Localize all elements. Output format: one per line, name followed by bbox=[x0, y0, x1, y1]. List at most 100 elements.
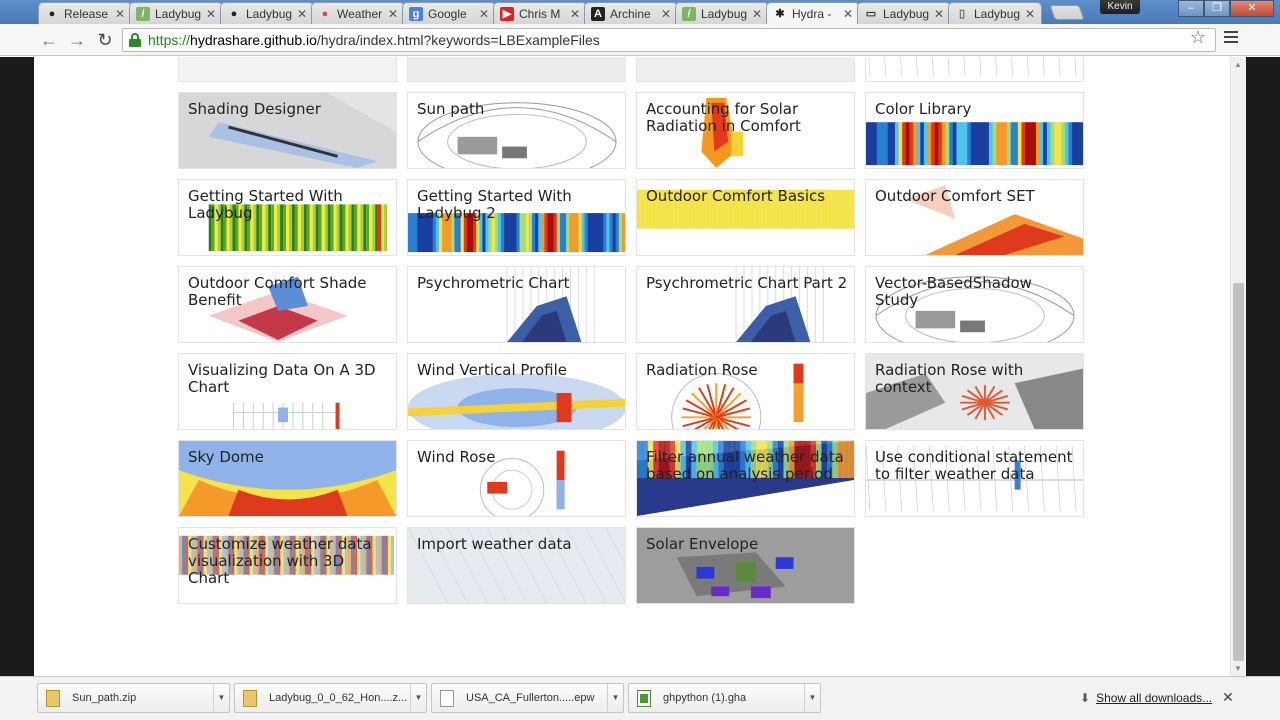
example-card[interactable]: Solar Envelope bbox=[636, 527, 855, 604]
tab-label: Weather bbox=[337, 6, 383, 21]
maximize-button[interactable]: ❐ bbox=[1204, 0, 1230, 17]
example-title: Visualizing Data On A 3D Chart bbox=[188, 361, 376, 396]
tab-close-icon[interactable]: ✕ bbox=[386, 7, 400, 21]
tab-label: Ladybug bbox=[246, 6, 293, 21]
example-card[interactable]: Color Library bbox=[865, 92, 1084, 169]
example-card[interactable]: Outdoor Comfort Basics bbox=[636, 179, 855, 256]
tab[interactable]: / Ladybug ✕ bbox=[675, 2, 769, 24]
tab[interactable]: A Archine ✕ bbox=[584, 2, 678, 24]
github-icon: ● bbox=[230, 7, 238, 20]
example-card[interactable]: Radiation Rose with context bbox=[865, 353, 1084, 430]
tab-label: Release bbox=[64, 6, 109, 21]
tab[interactable]: g Google ✕ bbox=[402, 2, 496, 24]
tab[interactable]: ▶ Chris M ✕ bbox=[493, 2, 587, 24]
profile-badge[interactable]: Kevin bbox=[1100, 0, 1140, 14]
tab-close-icon[interactable]: ✕ bbox=[113, 7, 127, 21]
tab-close-icon[interactable]: ✕ bbox=[659, 7, 673, 21]
zip-file-icon bbox=[46, 689, 60, 707]
scrollbar-thumb[interactable] bbox=[1233, 283, 1244, 661]
tab[interactable]: ● Release ✕ bbox=[38, 2, 132, 24]
download-menu-caret-icon[interactable]: ▼ bbox=[213, 684, 229, 712]
example-card[interactable]: Shading Designer bbox=[178, 92, 397, 169]
back-icon[interactable]: ← bbox=[38, 29, 60, 51]
example-card[interactable]: Accounting for Solar Radiation in Comfor… bbox=[636, 92, 855, 169]
example-card[interactable]: Vector-BasedShadow Study bbox=[865, 266, 1084, 343]
reload-icon[interactable]: ↻ bbox=[94, 29, 116, 51]
example-card[interactable]: Customize weather data visualization wit… bbox=[178, 527, 397, 604]
address-bar[interactable]: https://hydrashare.github.io/hydra/index… bbox=[122, 28, 1216, 52]
example-card[interactable]: Visualizing Data On A 3D Chart bbox=[178, 353, 397, 430]
scroll-down-icon[interactable]: ▼ bbox=[1234, 664, 1242, 673]
tab-label: Ladybug bbox=[701, 6, 748, 21]
example-card[interactable]: Sun path bbox=[407, 92, 626, 169]
example-thumbnail bbox=[637, 57, 854, 81]
tab-close-icon[interactable]: ✕ bbox=[841, 7, 855, 21]
file-icon bbox=[440, 689, 454, 707]
tab[interactable]: / Ladybug ✕ bbox=[129, 2, 223, 24]
example-title: Accounting for Solar Radiation in Comfor… bbox=[646, 100, 801, 135]
tab[interactable]: ● Weather ✕ bbox=[311, 2, 405, 24]
example-card[interactable]: Radiation Rose bbox=[636, 353, 855, 430]
download-item[interactable]: Sun_path.zip ▼ bbox=[37, 683, 230, 713]
show-all-downloads-link[interactable]: ⬇ Show all downloads... bbox=[1080, 691, 1212, 705]
example-card[interactable]: Psychrometric Chart bbox=[407, 266, 626, 343]
download-item[interactable]: Ladybug_0_0_62_Hon....z... ▼ bbox=[234, 683, 427, 713]
example-card[interactable]: Import weather data bbox=[407, 527, 626, 604]
menu-icon[interactable] bbox=[1224, 31, 1238, 43]
scrollbar[interactable]: ▲ ▼ bbox=[1230, 57, 1246, 676]
example-card[interactable] bbox=[178, 57, 397, 82]
example-card[interactable] bbox=[636, 57, 855, 82]
close-downloads-icon[interactable]: ✕ bbox=[1222, 689, 1234, 706]
download-menu-caret-icon[interactable]: ▼ bbox=[804, 684, 820, 712]
example-title: Vector-BasedShadow Study bbox=[875, 274, 1032, 309]
example-card[interactable] bbox=[407, 57, 626, 82]
book-icon: ▭ bbox=[865, 7, 877, 20]
download-filename: Sun_path.zip bbox=[72, 692, 137, 704]
tab-close-icon[interactable]: ✕ bbox=[204, 7, 218, 21]
example-title: Wind Rose bbox=[417, 448, 496, 466]
example-card[interactable]: Psychrometric Chart Part 2 bbox=[636, 266, 855, 343]
example-card[interactable]: Getting Started With Ladybug bbox=[178, 179, 397, 256]
example-card[interactable]: Wind Vertical Profile bbox=[407, 353, 626, 430]
example-card[interactable] bbox=[865, 57, 1084, 82]
google-icon: g bbox=[409, 6, 423, 21]
tab-close-icon[interactable]: ✕ bbox=[932, 7, 946, 21]
download-item[interactable]: ghpython (1).gha ▼ bbox=[628, 683, 821, 713]
download-menu-caret-icon[interactable]: ▼ bbox=[607, 684, 623, 712]
scroll-up-icon[interactable]: ▲ bbox=[1234, 60, 1242, 69]
example-thumbnail bbox=[179, 57, 396, 81]
example-title: Getting Started With Ladybug bbox=[188, 187, 343, 222]
example-card[interactable]: Use conditional statement to filter weat… bbox=[865, 440, 1084, 517]
tab-close-icon[interactable]: ✕ bbox=[750, 7, 764, 21]
close-window-button[interactable]: ✕ bbox=[1230, 0, 1274, 17]
tab-label: Ladybug bbox=[155, 6, 202, 21]
new-tab-button[interactable] bbox=[1049, 5, 1085, 20]
tab-label: Ladybug bbox=[883, 6, 930, 21]
bookmark-star-icon[interactable]: ☆ bbox=[1190, 27, 1206, 48]
download-item[interactable]: USA_CA_Fullerton.....epw ▼ bbox=[431, 683, 624, 713]
tab[interactable]: ▯ Ladybug ✕ bbox=[948, 2, 1042, 24]
zip-file-icon bbox=[243, 689, 257, 707]
example-card[interactable]: Wind Rose bbox=[407, 440, 626, 517]
window-controls: – ❐ ✕ bbox=[1178, 0, 1274, 17]
tab-active[interactable]: ✱ Hydra - ✕ bbox=[766, 2, 860, 25]
tab-close-icon[interactable]: ✕ bbox=[477, 7, 491, 21]
github-icon: ● bbox=[48, 7, 56, 20]
tab-close-icon[interactable]: ✕ bbox=[568, 7, 582, 21]
tab-close-icon[interactable]: ✕ bbox=[1023, 7, 1037, 21]
example-card[interactable]: Sky Dome bbox=[178, 440, 397, 517]
tab[interactable]: ● Ladybug ✕ bbox=[220, 2, 314, 24]
hydra-icon: ✱ bbox=[775, 8, 785, 20]
tab-close-icon[interactable]: ✕ bbox=[295, 7, 309, 21]
example-card[interactable]: Outdoor Comfort SET bbox=[865, 179, 1084, 256]
minimize-button[interactable]: – bbox=[1178, 0, 1204, 17]
example-card[interactable]: Getting Started With Ladybug 2 bbox=[407, 179, 626, 256]
example-title: Shading Designer bbox=[188, 100, 321, 118]
tab-label: Hydra - bbox=[792, 7, 832, 21]
tab-label: Archine bbox=[610, 6, 651, 21]
download-menu-caret-icon[interactable]: ▼ bbox=[410, 684, 426, 712]
tab[interactable]: ▭ Ladybug ✕ bbox=[857, 2, 951, 24]
example-card[interactable]: Filter annual weather data based on anal… bbox=[636, 440, 855, 517]
forward-icon[interactable]: → bbox=[66, 29, 88, 51]
example-card[interactable]: Outdoor Comfort Shade Benefit bbox=[178, 266, 397, 343]
